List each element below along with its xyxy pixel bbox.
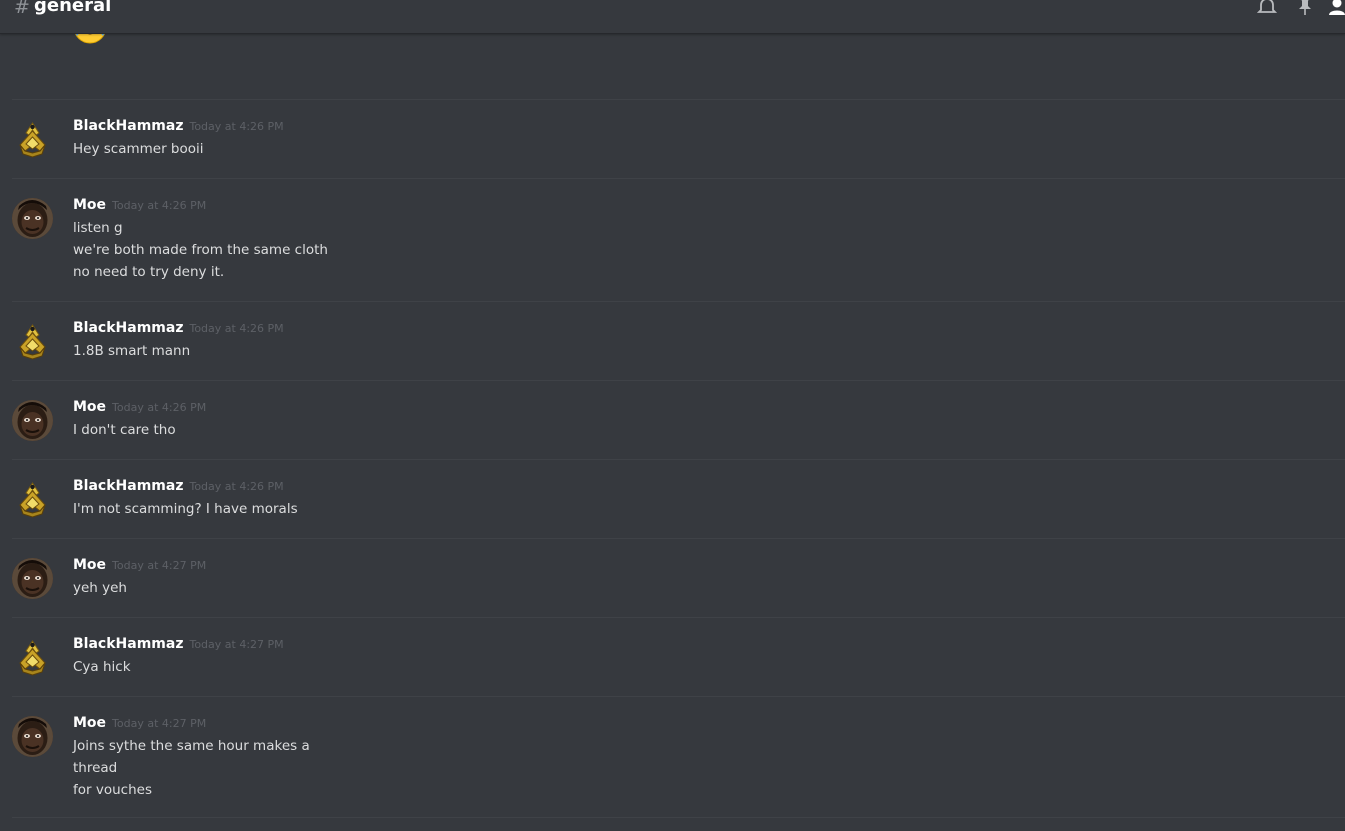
message-timestamp: Today at 4:26 PM [189, 480, 284, 493]
blackhammaz-avatar[interactable] [12, 119, 53, 160]
message-header: Moe Today at 4:27 PM [73, 557, 206, 573]
message-content: I'm not scamming? I have morals [73, 498, 298, 520]
blackhammaz-avatar[interactable] [12, 321, 53, 362]
pin-icon[interactable] [1297, 0, 1313, 16]
message-header: BlackHammaz Today at 4:27 PM [73, 636, 284, 652]
message-timestamp: Today at 4:27 PM [112, 717, 207, 730]
channel-name: general [34, 0, 112, 16]
channel-hash-icon: # [14, 0, 30, 18]
author-name[interactable]: Moe [73, 399, 106, 415]
moe-avatar[interactable] [12, 400, 53, 441]
message-line: Hey scammer booii [73, 141, 204, 157]
message-content: listen g we're both made from the same cl… [73, 217, 328, 283]
message-list: Moe Today at 4:26 PM BlackHammaz Today at 4… [0, 0, 1345, 831]
message-timestamp: Today at 4:26 PM [189, 322, 284, 335]
message-timestamp: Today at 4:26 PM [112, 401, 207, 414]
message: BlackHammaz Today at 4:26 PM Hey scammer b… [12, 99, 1345, 179]
blackhammaz-avatar[interactable] [12, 479, 53, 520]
message-content: yeh yeh [73, 577, 127, 599]
message-timestamp: Today at 4:26 PM [189, 120, 284, 133]
message-timestamp: Today at 4:27 PM [189, 638, 284, 651]
message-content: Hey scammer booii [73, 138, 204, 160]
message: BlackHammaz Today at 4:27 PM Cya hick [12, 617, 1345, 697]
moe-avatar[interactable] [12, 198, 53, 239]
message-timestamp: Today at 4:26 PM [112, 199, 207, 212]
channel-header: # general [0, 0, 1345, 34]
author-name[interactable]: Moe [73, 557, 106, 573]
message-content: I don't care tho [73, 419, 176, 441]
author-name[interactable]: BlackHammaz [73, 118, 183, 134]
message: Moe Today at 4:26 PM I don't care tho [12, 380, 1345, 460]
message-timestamp: Today at 4:27 PM [112, 559, 207, 572]
moe-avatar[interactable] [12, 558, 53, 599]
message-content: 1.8B smart mann [73, 340, 190, 362]
author-name[interactable]: BlackHammaz [73, 320, 183, 336]
message-line: Cya hick [73, 659, 131, 675]
message-content: Joins sythe the same hour makes a thread f… [73, 735, 310, 801]
message: Moe Today at 4:26 PM listen g we're both ma… [12, 178, 1345, 302]
author-name[interactable]: BlackHammaz [73, 478, 183, 494]
message-content: Cya hick [73, 656, 131, 678]
bell-icon[interactable] [1257, 0, 1277, 16]
moe-avatar[interactable] [12, 716, 53, 757]
message: BlackHammaz Today at 4:26 PM 1.8B smart ma… [12, 301, 1345, 381]
message-line: thread [73, 760, 118, 776]
message: BlackHammaz Today at 4:26 PM I'm not scamm… [12, 459, 1345, 539]
message-line: listen g [73, 220, 123, 236]
message-header: BlackHammaz Today at 4:26 PM [73, 118, 284, 134]
members-icon[interactable] [1329, 0, 1345, 16]
message-header: BlackHammaz Today at 4:26 PM [73, 320, 284, 336]
message-line: for vouches [73, 782, 152, 798]
blackhammaz-avatar[interactable] [12, 637, 53, 678]
message-header: BlackHammaz Today at 4:26 PM [73, 478, 284, 494]
message-line: 1.8B smart mann [73, 343, 191, 359]
message-line: I'm not scamming? I have morals [73, 501, 298, 517]
message-line: no need to try deny it. [73, 264, 225, 280]
message-line: we're both made from the same cloth [73, 242, 328, 258]
message: Moe Today at 4:27 PM Joins sythe the same … [12, 696, 1345, 818]
message-header: Moe Today at 4:27 PM [73, 715, 206, 731]
author-name[interactable]: BlackHammaz [73, 636, 183, 652]
message-line: yeh yeh [73, 580, 127, 596]
author-name[interactable]: Moe [73, 197, 106, 213]
message-header: Moe Today at 4:26 PM [73, 197, 206, 213]
message-line: I don't care tho [73, 422, 176, 438]
message: Moe Today at 4:27 PM yeh yeh [12, 538, 1345, 618]
message-line: Joins sythe the same hour makes a [73, 738, 310, 754]
author-name[interactable]: Moe [73, 715, 106, 731]
message-header: Moe Today at 4:26 PM [73, 399, 206, 415]
